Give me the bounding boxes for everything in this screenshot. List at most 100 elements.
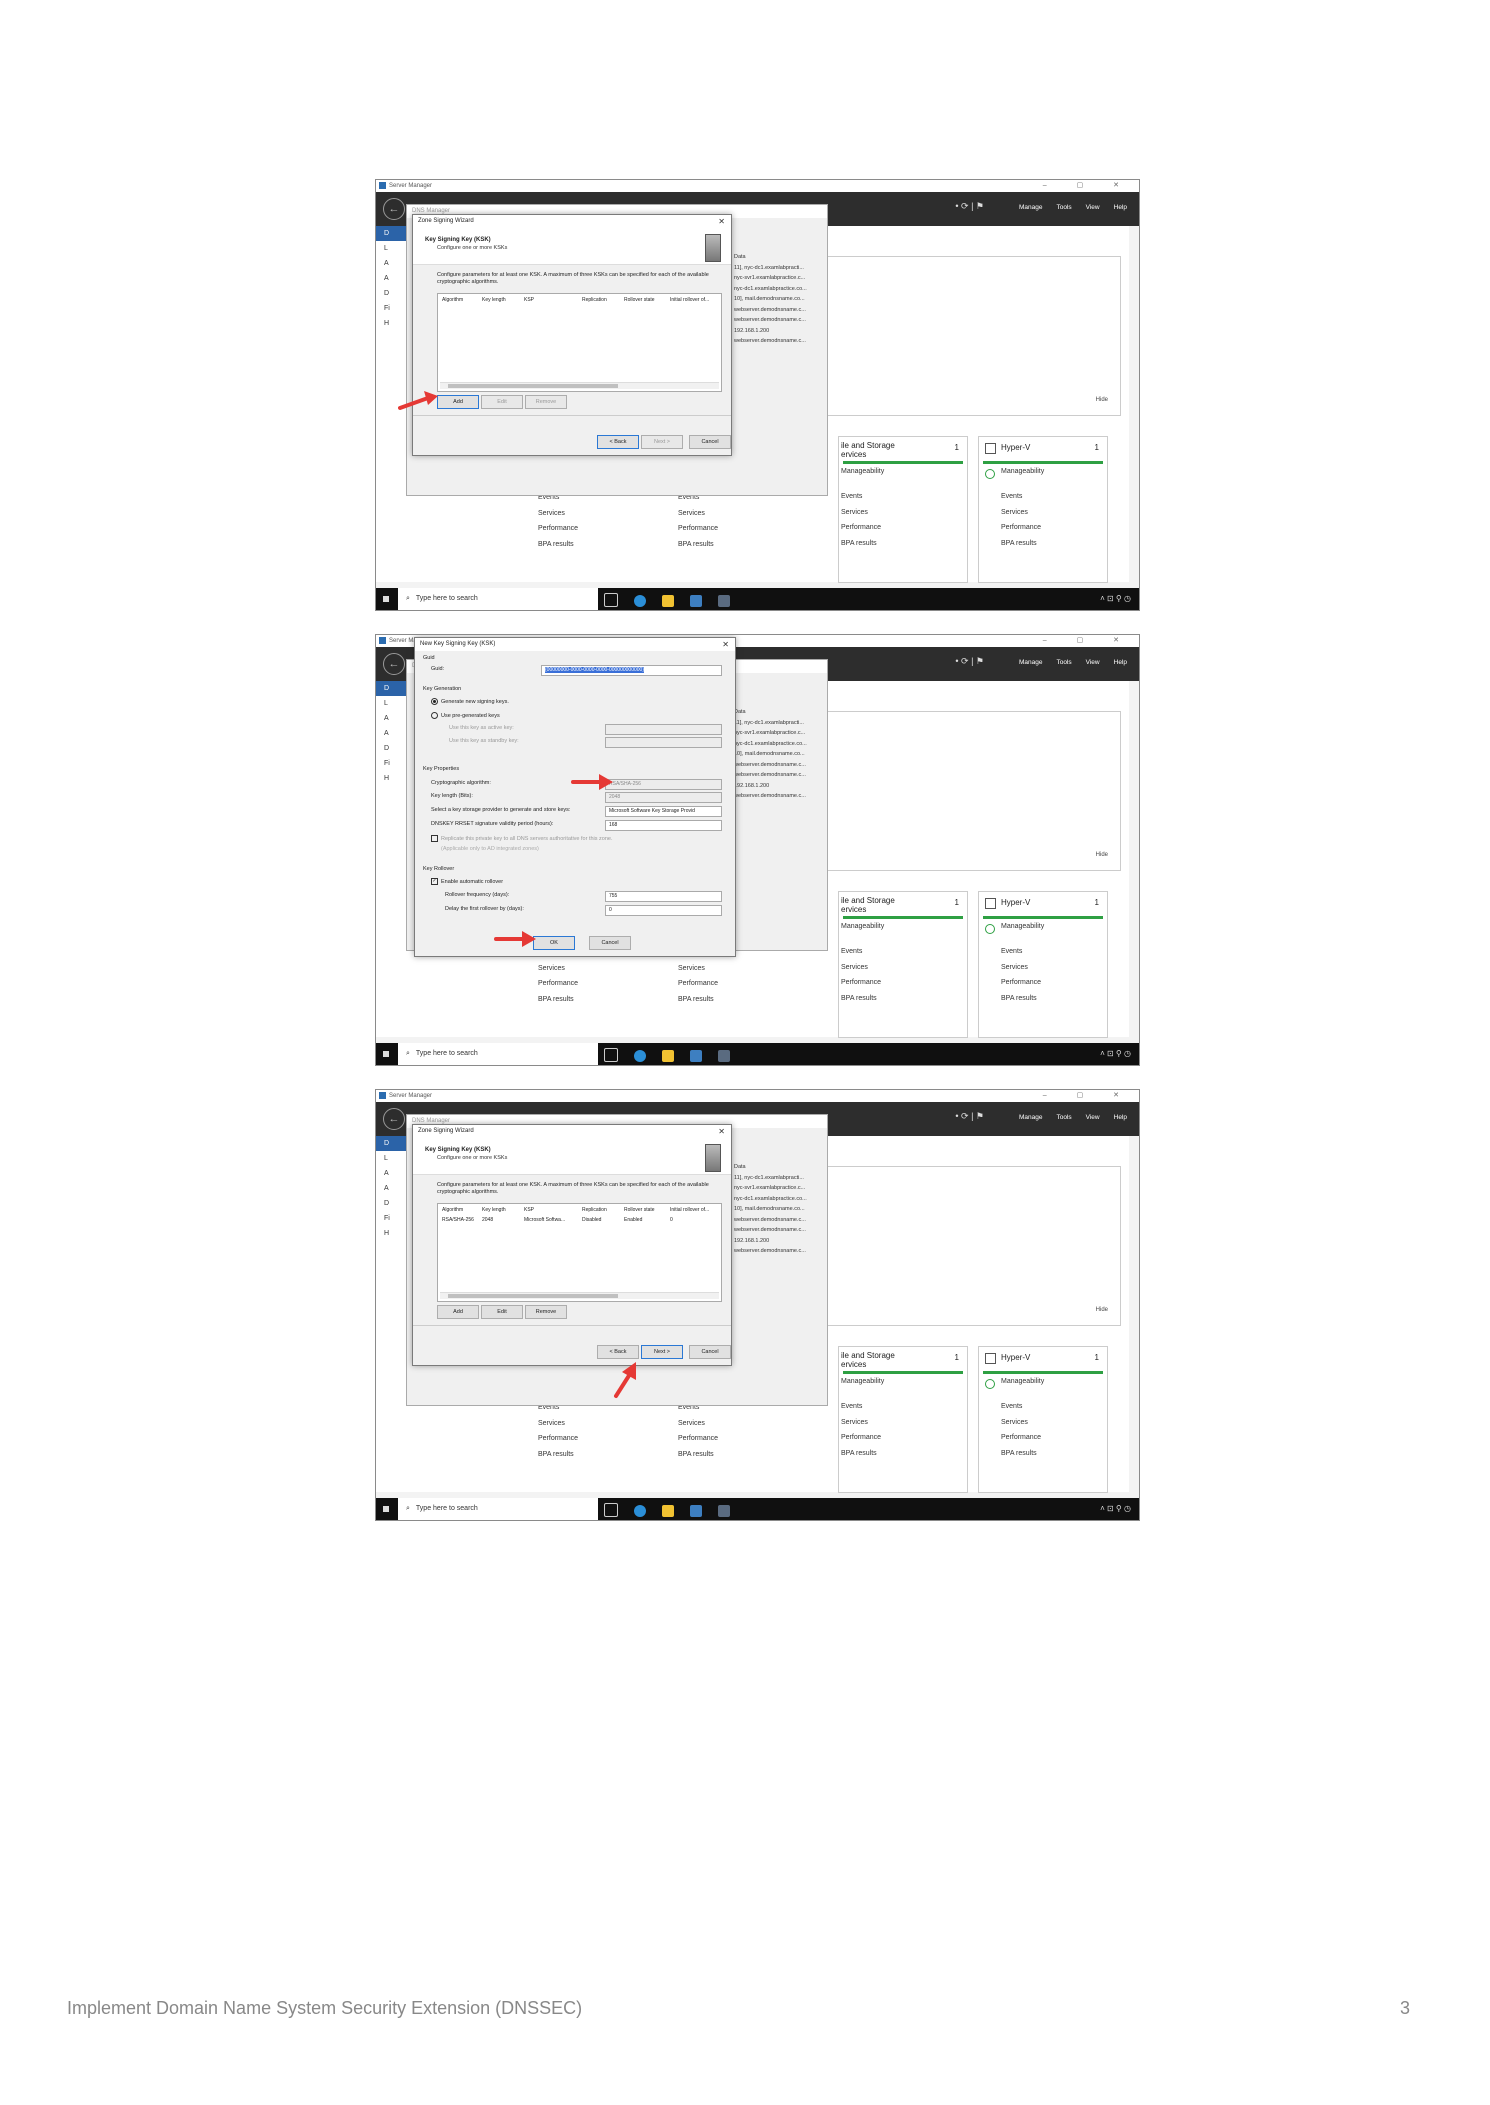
sidebar-item-ad[interactable]: A — [376, 726, 408, 741]
tile-events[interactable]: Events — [1001, 493, 1022, 500]
sidebar-item-all[interactable]: A — [376, 711, 408, 726]
back-button[interactable]: < Back — [597, 1345, 639, 1359]
system-tray-icons[interactable]: ˄ ⊡ ⚲ ◷ — [1100, 594, 1131, 603]
tile-events[interactable]: Events — [1001, 948, 1022, 955]
menu-manage[interactable]: Manage — [1019, 204, 1043, 211]
hide-link[interactable]: Hide — [1096, 397, 1108, 403]
col-bpa[interactable]: BPA results — [538, 1447, 578, 1463]
sidebar-item-ad[interactable]: A — [376, 271, 408, 286]
sidebar-item-file[interactable]: Fi — [376, 1211, 408, 1226]
tile-bpa[interactable]: BPA results — [841, 540, 877, 547]
guid-field[interactable]: {00000000-0000-0000-0000-000000000000} — [541, 665, 722, 676]
file-explorer-icon[interactable] — [662, 1505, 674, 1517]
sidebar-item-dashboard[interactable]: D — [376, 226, 408, 241]
standby-key-field[interactable] — [605, 737, 722, 748]
scroll-thumb[interactable] — [448, 1294, 618, 1298]
tile-events[interactable]: Events — [841, 493, 862, 500]
server-manager-taskbar-icon[interactable] — [690, 1505, 702, 1517]
dns-taskbar-icon[interactable] — [718, 1050, 730, 1062]
refresh-flag-icons[interactable]: • ⟳ | ⚑ — [955, 1111, 984, 1122]
menu-view[interactable]: View — [1086, 1114, 1100, 1121]
next-button[interactable]: Next > — [641, 435, 683, 449]
tile-events[interactable]: Events — [1001, 1403, 1022, 1410]
col-ksp[interactable]: KSP — [524, 296, 534, 305]
menu-manage[interactable]: Manage — [1019, 1114, 1043, 1121]
col-performance[interactable]: Performance — [678, 976, 718, 992]
task-view-icon[interactable] — [604, 1503, 618, 1517]
back-arrow-icon[interactable]: ← — [383, 198, 405, 220]
sidebar-item-local[interactable]: L — [376, 696, 408, 711]
replicate-checkbox[interactable]: Replicate this private key to all DNS se… — [431, 835, 613, 842]
tile-performance[interactable]: Performance — [1001, 524, 1041, 531]
cancel-button[interactable]: Cancel — [689, 435, 731, 449]
window-controls[interactable]: – ▢ ✕ — [1043, 180, 1133, 192]
remove-button[interactable]: Remove — [525, 395, 567, 409]
menu-view[interactable]: View — [1086, 204, 1100, 211]
active-key-field[interactable] — [605, 724, 722, 735]
tile-bpa[interactable]: BPA results — [1001, 1450, 1037, 1457]
col-algorithm[interactable]: Algorithm — [442, 1206, 463, 1215]
col-replication[interactable]: Replication — [582, 296, 607, 305]
tile-performance[interactable]: Performance — [841, 979, 881, 986]
keylen-select[interactable]: 2048 — [605, 792, 722, 803]
edge-icon[interactable] — [634, 1505, 646, 1517]
col-services[interactable]: Services — [538, 1416, 578, 1432]
menu-tools[interactable]: Tools — [1056, 659, 1071, 666]
col-initial-rollover[interactable]: Initial rollover of... — [670, 1206, 709, 1215]
hyperv-tile[interactable]: Hyper-V 1 Manageability Events Services … — [978, 436, 1108, 583]
sidebar-item-dns[interactable]: D — [376, 286, 408, 301]
server-manager-taskbar-icon[interactable] — [690, 1050, 702, 1062]
col-performance[interactable]: Performance — [538, 521, 578, 537]
table-row[interactable]: RSA/SHA-256 2048 Microsoft Softwa... Dis… — [438, 1216, 721, 1225]
edit-button[interactable]: Edit — [481, 1305, 523, 1319]
dns-taskbar-icon[interactable] — [718, 1505, 730, 1517]
col-algorithm[interactable]: Algorithm — [442, 296, 463, 305]
hide-link[interactable]: Hide — [1096, 852, 1108, 858]
col-services[interactable]: Services — [678, 961, 718, 977]
sidebar-item-ad[interactable]: A — [376, 1181, 408, 1196]
menu-help[interactable]: Help — [1114, 659, 1127, 666]
crypto-select[interactable]: RSA/SHA-256 — [605, 779, 722, 790]
edit-button[interactable]: Edit — [481, 395, 523, 409]
col-bpa[interactable]: BPA results — [678, 1447, 718, 1463]
col-bpa[interactable]: BPA results — [678, 537, 718, 553]
tile-services[interactable]: Services — [841, 1419, 868, 1426]
menu-view[interactable]: View — [1086, 659, 1100, 666]
sidebar-item-local[interactable]: L — [376, 1151, 408, 1166]
tile-services[interactable]: Services — [1001, 964, 1028, 971]
menu-help[interactable]: Help — [1114, 1114, 1127, 1121]
menu-tools[interactable]: Tools — [1056, 1114, 1071, 1121]
sidebar-item-file[interactable]: Fi — [376, 756, 408, 771]
hyperv-tile[interactable]: Hyper-V 1 Manageability Events Services … — [978, 1346, 1108, 1493]
col-bpa[interactable]: BPA results — [678, 992, 718, 1008]
col-key-length[interactable]: Key length — [482, 1206, 506, 1215]
tile-manageability[interactable]: Manageability — [1001, 468, 1044, 475]
dns-taskbar-icon[interactable] — [718, 595, 730, 607]
tile-manageability[interactable]: Manageability — [841, 1378, 884, 1385]
remove-button[interactable]: Remove — [525, 1305, 567, 1319]
menu-help[interactable]: Help — [1114, 204, 1127, 211]
validity-spinner[interactable]: 168 — [605, 820, 722, 831]
col-services[interactable]: Services — [678, 506, 718, 522]
tile-performance[interactable]: Performance — [841, 524, 881, 531]
menu-manage[interactable]: Manage — [1019, 659, 1043, 666]
col-performance[interactable]: Performance — [538, 1431, 578, 1447]
tile-services[interactable]: Services — [841, 964, 868, 971]
task-view-icon[interactable] — [604, 1048, 618, 1062]
close-icon[interactable]: ✕ — [722, 638, 729, 651]
tile-services[interactable]: Services — [841, 509, 868, 516]
tile-performance[interactable]: Performance — [1001, 979, 1041, 986]
col-replication[interactable]: Replication — [582, 1206, 607, 1215]
sidebar-item-dns[interactable]: D — [376, 741, 408, 756]
back-arrow-icon[interactable]: ← — [383, 653, 405, 675]
system-tray-icons[interactable]: ˄ ⊡ ⚲ ◷ — [1100, 1504, 1131, 1513]
tile-bpa[interactable]: BPA results — [1001, 995, 1037, 1002]
hyperv-tile[interactable]: Hyper-V 1 Manageability Events Services … — [978, 891, 1108, 1038]
horizontal-scrollbar[interactable] — [440, 382, 719, 389]
add-button[interactable]: Add — [437, 395, 479, 409]
ksk-grid[interactable]: Algorithm Key length KSP Replication Rol… — [437, 1203, 722, 1302]
tile-manageability[interactable]: Manageability — [1001, 1378, 1044, 1385]
file-storage-tile[interactable]: ile and Storage ervices 1 Manageability … — [838, 1346, 968, 1493]
windows-start-icon[interactable] — [383, 596, 389, 602]
tile-performance[interactable]: Performance — [841, 1434, 881, 1441]
